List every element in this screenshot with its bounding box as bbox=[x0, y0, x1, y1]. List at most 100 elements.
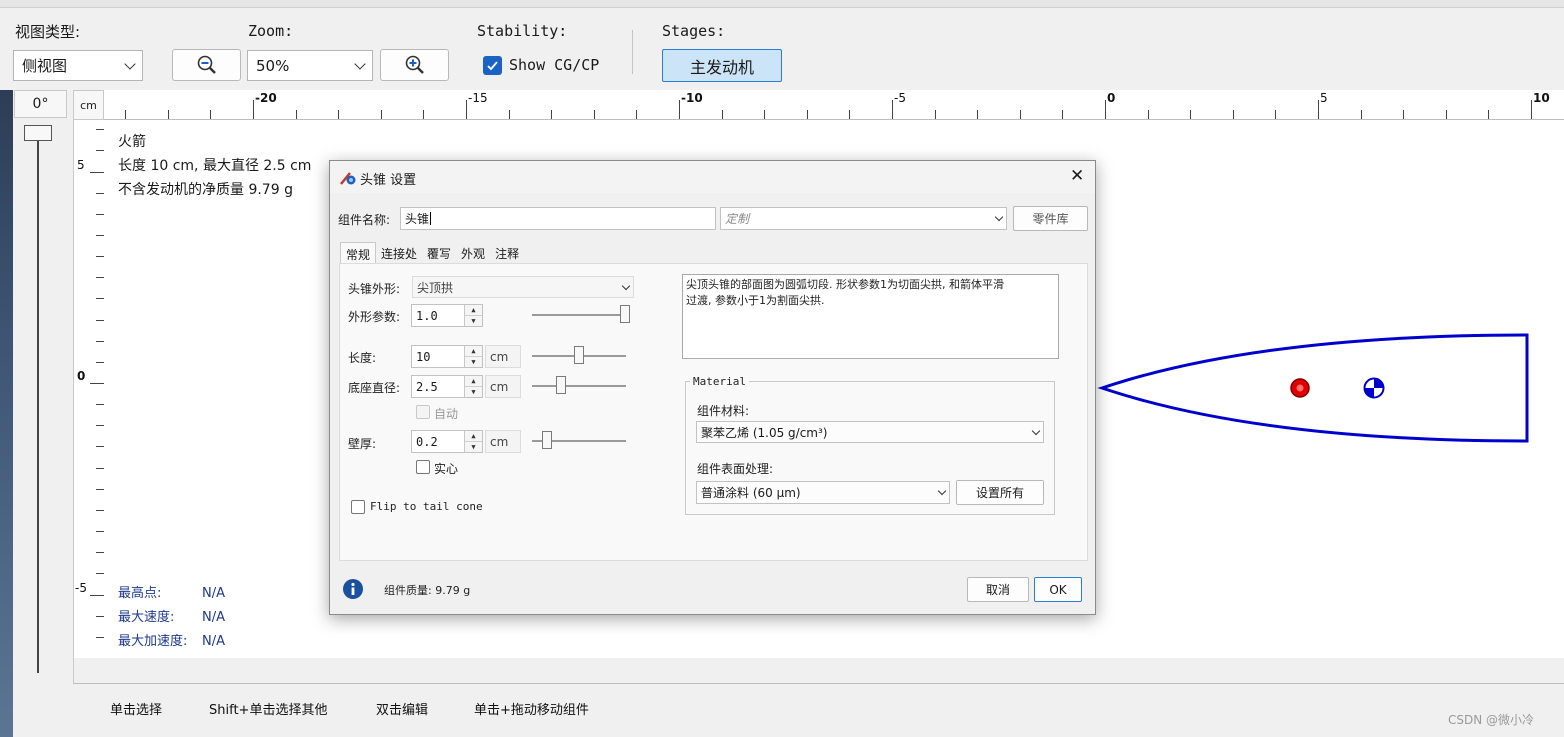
ruler-tick bbox=[593, 110, 595, 119]
ruler-unit-box: cm bbox=[73, 90, 104, 120]
material-group-title: Material bbox=[690, 375, 749, 388]
spin-down-icon[interactable]: ▼ bbox=[465, 316, 482, 327]
description-line: 过渡, 参数小于1为割面尖拱. bbox=[686, 294, 825, 307]
component-mass: 组件质量: 9.79 g bbox=[384, 584, 471, 597]
base-diameter-unit[interactable]: cm bbox=[485, 375, 521, 398]
shape-select[interactable]: 尖顶拱 bbox=[412, 276, 634, 298]
stat-value: N/A bbox=[202, 610, 225, 625]
cancel-button[interactable]: 取消 bbox=[967, 577, 1029, 602]
rotation-slider-thumb[interactable] bbox=[24, 125, 52, 141]
ruler-tick bbox=[380, 110, 382, 119]
auto-label: 自动 bbox=[434, 407, 459, 421]
spinner-buttons[interactable]: ▲ ▼ bbox=[464, 431, 482, 452]
toolbar-divider bbox=[632, 30, 633, 74]
ruler-tick bbox=[210, 110, 212, 119]
library-button-label: 零件库 bbox=[1032, 212, 1069, 226]
nose-cone-settings-dialog: 头锥 设置 ✕ 组件名称: 头锥 定制 零件库 常规 连接处 覆写 外观 注释 … bbox=[329, 160, 1096, 615]
spinner-buttons[interactable]: ▲ ▼ bbox=[464, 376, 482, 397]
tab-label: 外观 bbox=[461, 247, 486, 261]
vertical-ruler: 5 0 -5 bbox=[73, 120, 105, 684]
length-slider-thumb[interactable] bbox=[574, 346, 584, 364]
ruler-label: -5 bbox=[894, 91, 906, 105]
zoom-in-icon bbox=[405, 55, 424, 74]
base-diameter-slider-track bbox=[532, 385, 626, 387]
stat-max-acceleration: 最大加速度: N/A bbox=[118, 630, 225, 654]
finish-select[interactable]: 普通涂料 (60 μm) bbox=[696, 481, 950, 504]
ruler-tick bbox=[1062, 110, 1064, 119]
spinner-buttons[interactable]: ▲ ▼ bbox=[464, 305, 482, 326]
ruler-tick bbox=[806, 110, 808, 119]
component-library-button[interactable]: 零件库 bbox=[1013, 206, 1088, 231]
preset-select[interactable]: 定制 bbox=[720, 207, 1007, 230]
shape-value: 尖顶拱 bbox=[417, 280, 454, 295]
ruler-label: -20 bbox=[255, 91, 277, 105]
nose-cone-drawing[interactable] bbox=[1090, 325, 1540, 455]
ruler-label: -15 bbox=[468, 91, 488, 105]
shape-param-slider-thumb[interactable] bbox=[620, 305, 630, 323]
shape-param-value: 1.0 bbox=[416, 308, 438, 323]
window-top-edge bbox=[0, 0, 1564, 8]
spin-up-icon[interactable]: ▲ bbox=[465, 376, 482, 387]
shape-description[interactable]: 尖顶头锥的部面图为圆弧切段. 形状参数1为切面尖拱, 和箭体平滑 过渡, 参数小… bbox=[682, 274, 1059, 359]
ok-button[interactable]: OK bbox=[1034, 577, 1082, 602]
spin-down-icon[interactable]: ▼ bbox=[465, 357, 482, 368]
spin-down-icon[interactable]: ▼ bbox=[465, 442, 482, 453]
watermark: CSDN @微小冷 bbox=[1448, 713, 1535, 727]
zoom-out-button[interactable] bbox=[172, 49, 241, 81]
close-icon[interactable]: ✕ bbox=[1070, 166, 1084, 186]
ruler-tick bbox=[1403, 110, 1405, 119]
component-name-value: 头锥 bbox=[405, 212, 430, 226]
wall-thickness-slider-thumb[interactable] bbox=[542, 431, 552, 449]
ruler-tick bbox=[1531, 100, 1532, 119]
view-type-label: 视图类型: bbox=[15, 23, 81, 41]
ruler-tick bbox=[934, 110, 936, 119]
flip-tail-cone-checkbox[interactable] bbox=[351, 500, 365, 514]
zoom-in-button[interactable] bbox=[380, 49, 449, 81]
base-diameter-spinner[interactable]: 2.5 ▲ ▼ bbox=[411, 375, 483, 398]
ruler-tick bbox=[338, 110, 340, 119]
length-spinner[interactable]: 10 ▲ ▼ bbox=[411, 345, 483, 368]
nose-cone-outline[interactable] bbox=[1097, 333, 1529, 443]
ruler-tick bbox=[1019, 110, 1021, 119]
wall-thickness-unit[interactable]: cm bbox=[485, 430, 521, 453]
material-label: 组件材料: bbox=[697, 404, 750, 418]
show-cgcp-checkbox[interactable] bbox=[483, 56, 502, 75]
window-edge-strip bbox=[0, 90, 13, 737]
material-select[interactable]: 聚苯乙烯 (1.05 g/cm³) bbox=[696, 421, 1044, 443]
ruler-tick bbox=[1232, 110, 1234, 119]
cp-marker bbox=[1363, 377, 1385, 399]
spin-up-icon[interactable]: ▲ bbox=[465, 431, 482, 442]
base-diameter-slider-thumb[interactable] bbox=[556, 376, 566, 394]
wall-thickness-spinner[interactable]: 0.2 ▲ ▼ bbox=[411, 430, 483, 453]
spin-up-icon[interactable]: ▲ bbox=[465, 346, 482, 357]
zoom-select[interactable]: 50% bbox=[247, 50, 373, 81]
spin-up-icon[interactable]: ▲ bbox=[465, 305, 482, 316]
flight-stats: 最高点: N/A 最大速度: N/A 最大加速度: N/A bbox=[118, 582, 225, 654]
checkmark-icon bbox=[487, 61, 498, 71]
shape-param-spinner[interactable]: 1.0 ▲ ▼ bbox=[411, 304, 483, 327]
chevron-down-icon bbox=[621, 281, 631, 290]
stat-label: 最高点: bbox=[118, 586, 162, 601]
stage-main-engine-button[interactable]: 主发动机 bbox=[662, 49, 782, 82]
solid-checkbox[interactable] bbox=[416, 460, 430, 474]
ruler-tick bbox=[90, 383, 105, 384]
flip-tail-cone-label: Flip to tail cone bbox=[370, 500, 483, 513]
stat-max-velocity: 最大速度: N/A bbox=[118, 606, 225, 630]
stat-value: N/A bbox=[202, 586, 225, 601]
component-name-input[interactable]: 头锥 bbox=[400, 207, 716, 230]
tab-label: 连接处 bbox=[381, 247, 418, 261]
length-unit[interactable]: cm bbox=[485, 345, 521, 368]
chevron-down-icon bbox=[354, 57, 366, 70]
stat-value: N/A bbox=[202, 634, 225, 649]
ruler-tick bbox=[125, 110, 127, 119]
base-diameter-value: 2.5 bbox=[416, 379, 438, 394]
spin-down-icon[interactable]: ▼ bbox=[465, 387, 482, 398]
component-name-label: 组件名称: bbox=[338, 213, 391, 227]
auto-checkbox[interactable] bbox=[416, 405, 430, 419]
stat-label: 最大加速度: bbox=[118, 634, 188, 649]
description-line: 尖顶头锥的部面图为圆弧切段. 形状参数1为切面尖拱, 和箭体平滑 bbox=[686, 278, 1004, 291]
view-type-select[interactable]: 侧视图 bbox=[13, 50, 143, 81]
rocket-mass: 不含发动机的净质量 9.79 g bbox=[118, 182, 293, 198]
set-all-button[interactable]: 设置所有 bbox=[956, 480, 1044, 505]
spinner-buttons[interactable]: ▲ ▼ bbox=[464, 346, 482, 367]
